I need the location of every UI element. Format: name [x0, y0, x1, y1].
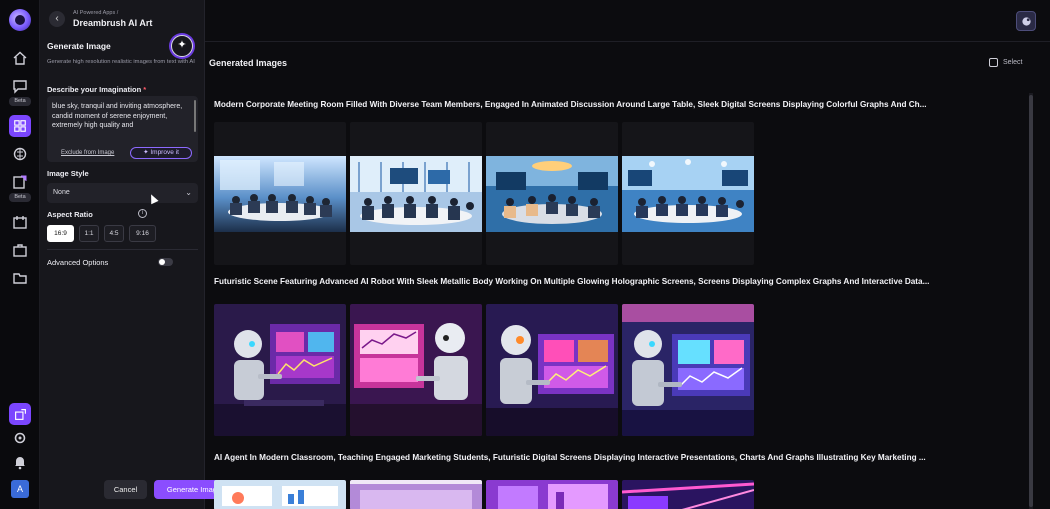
generated-image[interactable] — [214, 122, 346, 265]
divider — [47, 249, 198, 250]
group-title: Futuristic Scene Featuring Advanced AI R… — [214, 277, 930, 286]
app-logo[interactable] — [9, 9, 31, 31]
image-style-value: None — [53, 189, 70, 196]
breadcrumb[interactable]: AI Powered Apps / — [73, 10, 118, 16]
prompt-text[interactable]: blue sky, tranquil and inviting atmosphe… — [52, 102, 192, 142]
results-scrollbar[interactable] — [1029, 93, 1033, 509]
required-marker: * — [143, 85, 147, 94]
advanced-options-label: Advanced Options — [47, 258, 109, 267]
generated-image[interactable] — [486, 122, 618, 265]
edit-icon[interactable] — [10, 172, 30, 192]
prompt-label-text: Describe your Imagination — [47, 85, 142, 94]
generated-image[interactable] — [486, 304, 618, 436]
top-bar — [205, 0, 1050, 42]
classroom-image — [486, 480, 618, 509]
chevron-down-icon: ⌄ — [185, 188, 192, 197]
aspect-ratio-4-5[interactable]: 4:5 — [104, 225, 124, 242]
meeting-room-image — [622, 156, 754, 232]
brain-icon[interactable] — [10, 144, 30, 164]
meeting-room-image — [350, 156, 482, 232]
generated-image[interactable] — [350, 122, 482, 265]
meeting-room-image — [486, 156, 618, 232]
generated-image[interactable] — [486, 480, 618, 509]
aspect-ratio-1-1[interactable]: 1:1 — [79, 225, 99, 242]
briefcase-icon[interactable] — [10, 240, 30, 260]
settings-icon[interactable] — [10, 428, 30, 448]
exclude-from-image-link[interactable]: Exclude from Image — [61, 150, 114, 156]
calendar-icon[interactable] — [10, 212, 30, 232]
image-style-select[interactable]: None ⌄ — [47, 183, 198, 203]
aspect-label: Aspect Ratio — [47, 210, 93, 219]
prompt-label: Describe your Imagination * — [47, 85, 146, 94]
apps-grid-icon[interactable] — [9, 115, 31, 137]
beta-badge: Beta — [9, 97, 31, 106]
sparkle-icon[interactable]: ✦ — [171, 35, 193, 57]
prompt-scrollbar[interactable] — [194, 100, 196, 132]
generated-image[interactable] — [214, 480, 346, 509]
improve-it-button[interactable]: ✦ Improve it — [130, 147, 192, 159]
page-title: Generated Images — [209, 58, 288, 68]
panel-subtitle: Generate high resolution realistic image… — [47, 59, 195, 65]
robot-image — [350, 304, 482, 436]
aspect-ratio-9-16[interactable]: 9:16 — [129, 225, 156, 242]
group-title: Modern Corporate Meeting Room Filled Wit… — [214, 100, 927, 109]
app-title: Dreambrush AI Art — [73, 18, 153, 28]
cancel-button[interactable]: Cancel — [104, 480, 147, 499]
profile-menu-icon[interactable] — [1016, 11, 1036, 31]
prompt-textarea[interactable]: blue sky, tranquil and inviting atmosphe… — [47, 96, 198, 162]
aspect-ratio-options: 16:9 1:1 4:5 9:16 — [47, 225, 156, 242]
generate-panel: ‹ AI Powered Apps / Dreambrush AI Art Ge… — [40, 0, 234, 509]
generated-image[interactable] — [350, 480, 482, 509]
select-label[interactable]: Select — [1003, 59, 1022, 66]
icon-rail: Beta Beta A — [0, 0, 40, 509]
beta-badge: Beta — [9, 193, 31, 202]
back-icon[interactable]: ‹ — [49, 11, 65, 27]
classroom-image — [622, 480, 754, 509]
robot-image — [486, 304, 618, 436]
classroom-image — [214, 480, 346, 509]
bell-icon[interactable] — [10, 452, 30, 472]
share-icon[interactable] — [9, 403, 31, 425]
generated-image[interactable] — [622, 480, 754, 509]
scrollbar-thumb[interactable] — [1029, 95, 1033, 507]
classroom-image — [350, 480, 482, 509]
meeting-room-image — [214, 156, 346, 232]
generated-image[interactable] — [214, 304, 346, 436]
generated-image[interactable] — [622, 122, 754, 265]
aspect-ratio-16-9[interactable]: 16:9 — [47, 225, 74, 242]
robot-image — [214, 304, 346, 436]
advanced-options-toggle[interactable] — [158, 258, 173, 266]
group-title: AI Agent In Modern Classroom, Teaching E… — [214, 453, 926, 462]
generated-image[interactable] — [622, 304, 754, 436]
style-label: Image Style — [47, 169, 89, 178]
panel-heading: Generate Image — [47, 41, 111, 51]
robot-image — [622, 304, 754, 436]
generated-image[interactable] — [350, 304, 482, 436]
home-icon[interactable] — [10, 48, 30, 68]
avatar[interactable]: A — [11, 480, 29, 498]
info-icon[interactable]: i — [138, 209, 147, 218]
select-checkbox[interactable] — [989, 58, 998, 67]
folder-icon[interactable] — [10, 268, 30, 288]
chat-icon[interactable] — [10, 76, 30, 96]
